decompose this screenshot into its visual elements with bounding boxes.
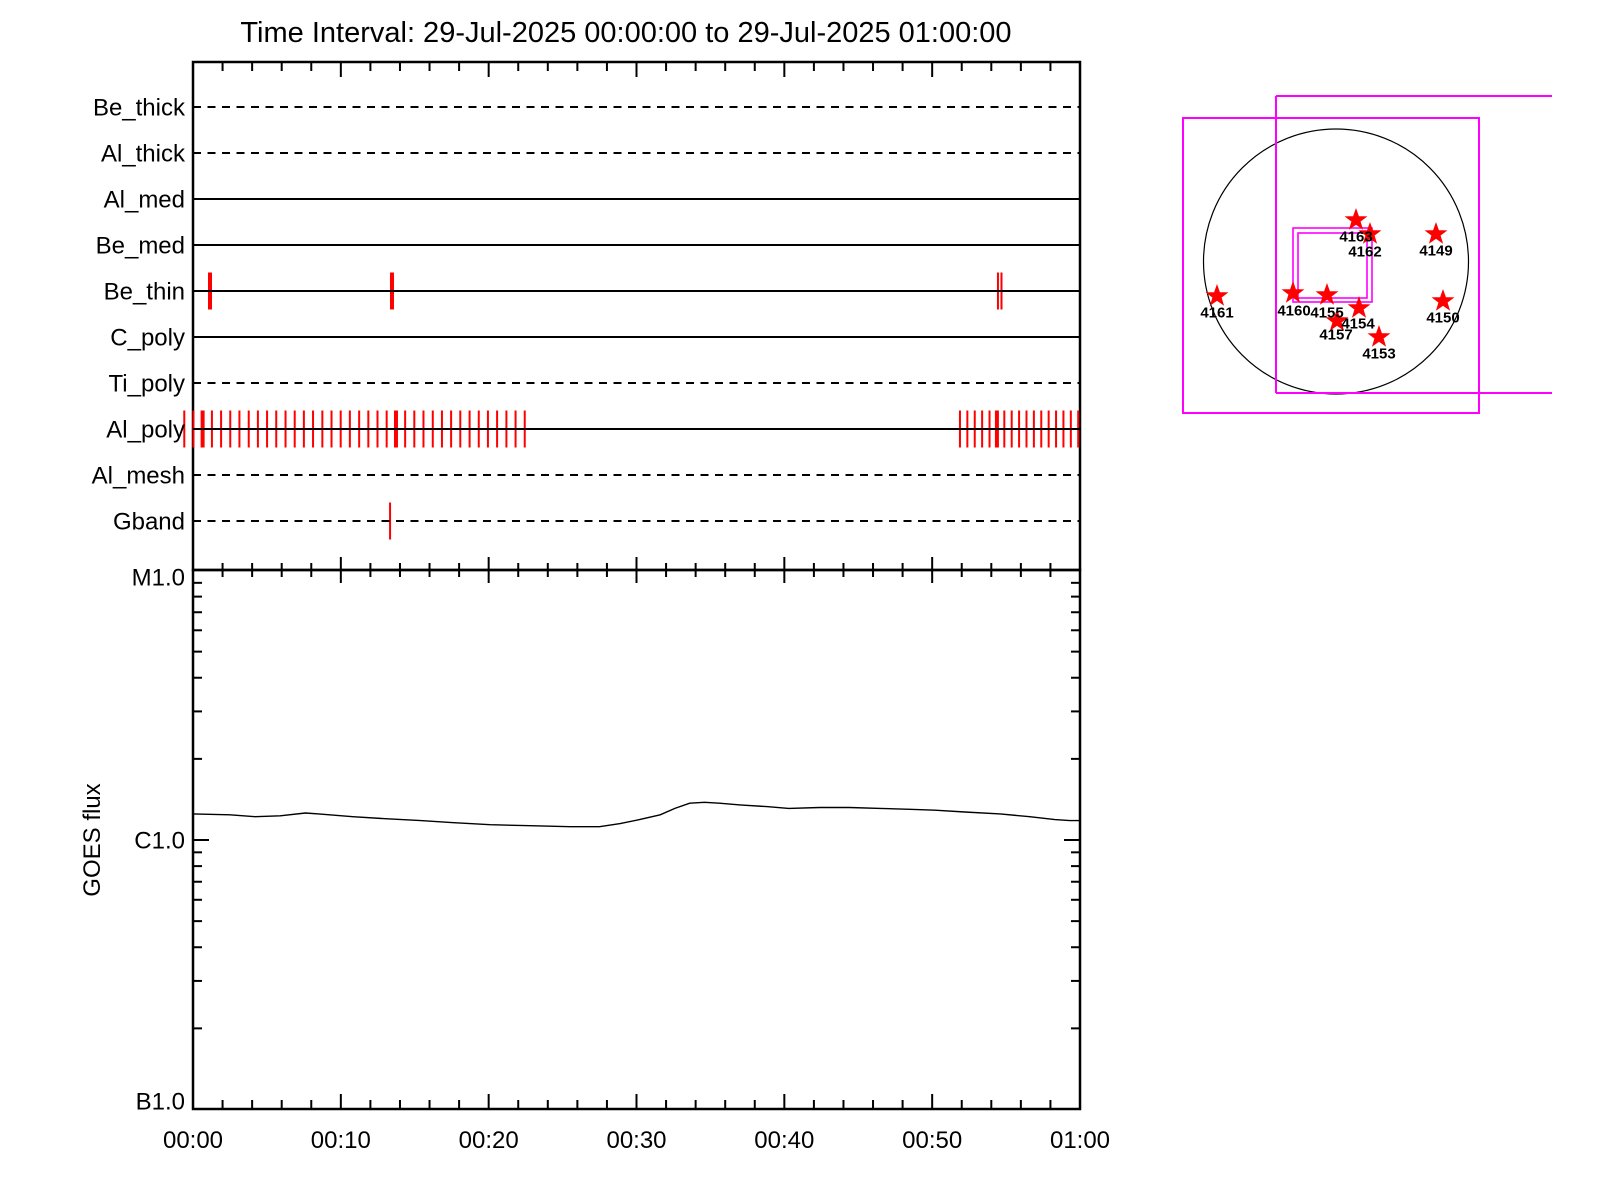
filter-row-Be_thick: Be_thick — [93, 94, 1080, 121]
x-tick-label: 00:10 — [311, 1127, 371, 1154]
y-tick-label: M1.0 — [132, 564, 185, 591]
generated-graphics: Be_thick Al_thick Al_med Be_med Be_thin C_pol… — [92, 60, 1552, 1154]
active-region-label: 4162 — [1348, 243, 1381, 260]
filter-label: Al_thick — [101, 140, 186, 167]
goes-curve-group — [192, 801, 1080, 828]
solar-limb-circle — [1202, 128, 1470, 395]
active-region-label: 4149 — [1419, 242, 1452, 259]
x-tick-label: 00:30 — [606, 1127, 666, 1154]
active-region-star — [1347, 295, 1371, 318]
page-title: Time Interval: 29-Jul-2025 00:00:00 to 2… — [240, 17, 1011, 49]
filter-row-Ti_poly: Ti_poly — [109, 370, 1080, 397]
filter-label: C_poly — [110, 324, 185, 351]
filter-row-Al_med: Al_med — [104, 186, 1080, 213]
fov-rectangle-1 — [1182, 117, 1480, 414]
filter-row-Be_med: Be_med — [96, 232, 1080, 259]
active-region-label: 4161 — [1200, 304, 1233, 321]
panel-borders — [191, 60, 1082, 1111]
xrt-goes-observation-plot: Time Interval: 29-Jul-2025 00:00:00 to 2… — [0, 0, 1600, 1200]
filter-label: Gband — [113, 508, 185, 535]
axis-labels: 00:00 00:10 00:20 00:30 00:40 00:50 01:00 M1.0 C… — [132, 564, 1110, 1154]
x-tick-label: 00:40 — [754, 1127, 814, 1154]
filter-label: Al_mesh — [92, 462, 185, 489]
filter-row-Gband: Gband — [113, 502, 1080, 540]
filter-row-Al_poly: Al_poly — [106, 410, 1080, 448]
goes-panel-border — [191, 568, 1082, 1111]
active-region-label: 4157 — [1319, 326, 1352, 343]
goes-y-axis-label: GOES flux — [79, 783, 106, 896]
filter-label: Al_poly — [106, 416, 185, 443]
y-tick-label: B1.0 — [136, 1088, 185, 1115]
goes-flux-curve — [192, 801, 1080, 828]
filter-row-Be_thin: Be_thin — [104, 272, 1080, 310]
active-region-star — [1315, 282, 1339, 305]
active-region-label: 4160 — [1277, 302, 1310, 319]
active-region-star — [1424, 221, 1448, 244]
x-tick-label: 00:20 — [459, 1127, 519, 1154]
solar-disk-map: 41634162 41494161 4160 41554154415741534150 — [1182, 95, 1552, 414]
plot-svg: Time Interval: 29-Jul-2025 00:00:00 to 2… — [79, 17, 1552, 1154]
active-region-stars — [1205, 207, 1455, 347]
filter-row-C_poly: C_poly — [110, 324, 1080, 351]
x-tick-label: 00:50 — [902, 1127, 962, 1154]
filter-row-Al_thick: Al_thick — [101, 140, 1080, 167]
filter-label: Al_med — [104, 186, 185, 213]
active-region-star — [1344, 207, 1368, 230]
x-tick-label: 01:00 — [1050, 1127, 1110, 1154]
active-region-label: 4155 — [1310, 304, 1343, 321]
filter-label: Be_thin — [104, 278, 185, 305]
active-region-star — [1431, 288, 1455, 311]
filter-panel-border — [191, 60, 1082, 572]
time-axis-ticks — [221, 62, 1052, 1109]
fov-rectangle-2 — [1275, 95, 1552, 394]
filter-label: Be_thick — [93, 94, 186, 121]
x-tick-label: 00:00 — [163, 1127, 223, 1154]
goes-y-axis-ticks — [193, 581, 1080, 1030]
filter-rows: Be_thick Al_thick Al_med Be_med Be_thin C_pol… — [92, 94, 1080, 540]
filter-row-Al_mesh: Al_mesh — [92, 462, 1080, 489]
active-region-label: 4153 — [1362, 345, 1395, 362]
y-tick-label: C1.0 — [134, 827, 185, 854]
filter-label: Ti_poly — [109, 370, 185, 397]
filter-label: Be_med — [96, 232, 185, 259]
active-region-label: 4150 — [1426, 309, 1459, 326]
